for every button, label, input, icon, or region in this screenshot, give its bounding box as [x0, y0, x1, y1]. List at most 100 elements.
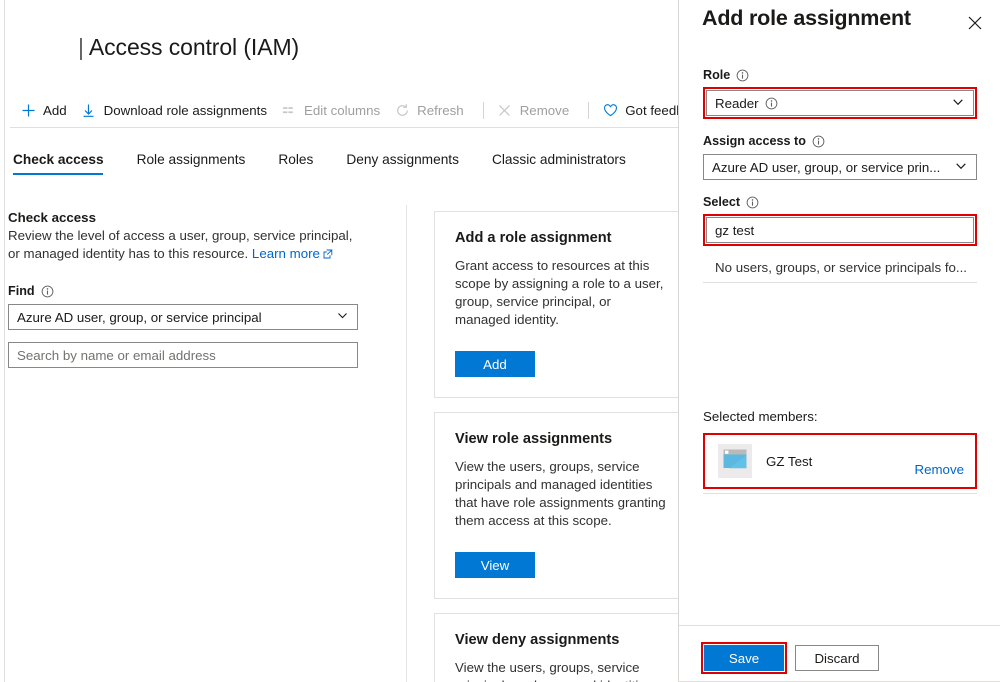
select-field-group: Select gz test: [679, 195, 1000, 246]
toolbar-item-label: Edit columns: [304, 103, 380, 118]
panel-body: Role Reader: [679, 68, 1000, 494]
download-icon: [81, 102, 97, 118]
main-content-region: | Access control (IAM) Add Download role…: [0, 0, 678, 682]
role-field-group: Role Reader: [679, 68, 1000, 119]
remove-member-link[interactable]: Remove: [914, 462, 964, 478]
assign-access-to-value: Azure AD user, group, or service prin...: [712, 160, 940, 175]
check-access-description: Review the level of access a user, group…: [8, 227, 360, 264]
panel-title: Add role assignment: [702, 6, 911, 31]
check-access-section: Check access Review the level of access …: [6, 210, 400, 368]
close-x-icon: [497, 102, 513, 118]
role-label-text: Role: [703, 68, 730, 82]
toolbar-item-label: Remove: [520, 103, 570, 118]
toolbar-edit-columns-button[interactable]: Edit columns: [277, 98, 390, 122]
assign-access-to-label-text: Assign access to: [703, 134, 806, 148]
broken-image-icon: [723, 449, 747, 474]
toolbar-download-role-assignments-button[interactable]: Download role assignments: [77, 98, 277, 122]
select-principal-value: gz test: [715, 223, 754, 238]
search-input[interactable]: Search by name or email address: [8, 342, 358, 368]
no-results-message: No users, groups, or service principals …: [703, 260, 977, 275]
close-icon[interactable]: [964, 12, 986, 34]
learn-more-link[interactable]: Learn more: [252, 246, 320, 261]
left-rail-divider: [4, 0, 5, 682]
toolbar-item-label: Refresh: [417, 103, 464, 118]
toolbar-got-feedback-button[interactable]: Got feedback?: [598, 98, 678, 122]
card-description: View the users, groups, service principa…: [455, 458, 669, 530]
find-select-value: Azure AD user, group, or service princip…: [17, 310, 262, 325]
assign-access-to-label: Assign access to: [703, 134, 977, 148]
info-icon[interactable]: [765, 97, 778, 110]
tab-roles[interactable]: Roles: [278, 148, 329, 179]
chevron-down-icon: [954, 159, 968, 176]
tab-label: Role assignments: [137, 152, 246, 167]
assign-access-to-field-group: Assign access to Azure AD user, group, o…: [679, 134, 1000, 180]
select-label: Select: [703, 195, 977, 209]
info-icon[interactable]: [736, 69, 749, 82]
role-select-value: Reader: [715, 96, 759, 111]
select-label-text: Select: [703, 195, 740, 209]
chevron-down-icon: [951, 95, 965, 112]
command-toolbar: Add Download role assignments Edi: [16, 95, 678, 125]
selected-members-label: Selected members:: [703, 409, 977, 424]
discard-button[interactable]: Discard: [795, 645, 879, 671]
info-icon[interactable]: [812, 135, 825, 148]
card-title: View role assignments: [455, 431, 669, 447]
card-add-role-assignment: Add a role assignment Grant access to re…: [434, 211, 678, 398]
toolbar-separator: [483, 102, 484, 119]
select-highlight-box: gz test: [703, 214, 977, 246]
view-role-assignments-button[interactable]: View: [455, 552, 535, 578]
heart-icon: [602, 102, 618, 118]
tab-deny-assignments[interactable]: Deny assignments: [346, 148, 475, 179]
find-label-text: Find: [8, 284, 35, 298]
search-input-placeholder: Search by name or email address: [17, 348, 216, 363]
info-icon[interactable]: [746, 196, 759, 209]
external-link-icon: [323, 246, 333, 264]
tab-check-access[interactable]: Check access: [13, 148, 120, 179]
selected-member-wrapper: GZ Test Remove: [679, 433, 1000, 489]
page-title-text: Access control (IAM): [89, 34, 299, 60]
tab-role-assignments[interactable]: Role assignments: [137, 148, 262, 179]
find-label: Find: [8, 284, 400, 298]
card-description: Grant access to resources at this scope …: [455, 257, 669, 329]
toolbar-item-label: Add: [43, 103, 67, 118]
toolbar-refresh-button[interactable]: Refresh: [390, 98, 474, 122]
toolbar-item-label: Download role assignments: [104, 103, 267, 118]
tab-label: Roles: [278, 152, 313, 167]
refresh-icon: [394, 102, 410, 118]
list-item: GZ Test Remove: [706, 436, 974, 486]
role-label: Role: [703, 68, 977, 82]
card-view-deny-assignments: View deny assignments View the users, gr…: [434, 613, 678, 682]
columns-icon: [281, 102, 297, 118]
info-icon[interactable]: [41, 285, 54, 298]
check-access-heading: Check access: [8, 210, 400, 225]
toolbar-remove-button[interactable]: Remove: [493, 98, 580, 122]
card-view-role-assignments: View role assignments View the users, gr…: [434, 412, 678, 599]
app-root: | Access control (IAM) Add Download role…: [0, 0, 1000, 682]
selected-members-section: Selected members:: [679, 409, 1000, 424]
tab-label: Deny assignments: [346, 152, 459, 167]
save-button[interactable]: Save: [704, 645, 784, 671]
tab-bar: Check access Role assignments Roles Deny…: [13, 148, 659, 179]
card-description: View the users, groups, service principa…: [455, 659, 669, 682]
assign-access-to-select[interactable]: Azure AD user, group, or service prin...: [703, 154, 977, 180]
role-select[interactable]: Reader: [706, 90, 974, 116]
panel-footer: Save Discard: [679, 642, 1000, 674]
results-divider: [703, 282, 977, 283]
action-cards: Add a role assignment Grant access to re…: [434, 211, 678, 682]
page-title: | Access control (IAM): [78, 34, 299, 61]
add-role-assignment-panel: Add role assignment Role Reader: [678, 0, 1000, 682]
role-highlight-box: Reader: [703, 87, 977, 119]
selected-member-divider: [703, 493, 977, 494]
tab-label: Check access: [13, 152, 104, 167]
add-role-assignment-button[interactable]: Add: [455, 351, 535, 377]
toolbar-separator: [588, 102, 589, 119]
find-select[interactable]: Azure AD user, group, or service princip…: [8, 304, 358, 330]
tab-classic-administrators[interactable]: Classic administrators: [492, 148, 642, 179]
content-column-divider: [406, 205, 407, 682]
select-principal-input[interactable]: gz test: [706, 217, 974, 243]
avatar: [718, 444, 752, 478]
panel-footer-divider: [679, 625, 1000, 626]
toolbar-add-button[interactable]: Add: [16, 98, 77, 122]
tab-label: Classic administrators: [492, 152, 626, 167]
chevron-down-icon: [336, 309, 349, 325]
